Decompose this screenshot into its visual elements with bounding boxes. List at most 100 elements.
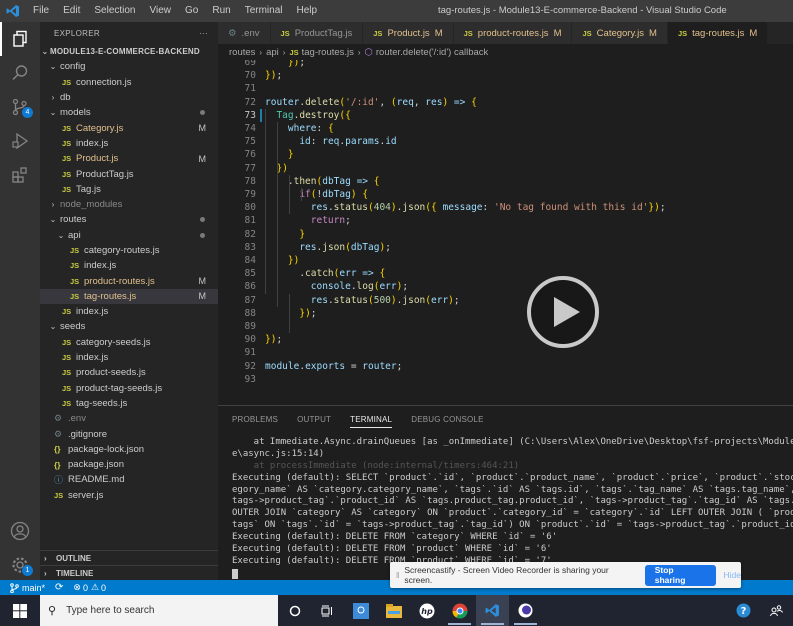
menu-selection[interactable]: Selection	[87, 0, 142, 22]
taskbar-search[interactable]: ⚲ Type here to search	[40, 595, 278, 626]
tree-folder-node-modules[interactable]: › node_modules	[40, 197, 218, 212]
manage-button[interactable]: 1	[0, 548, 40, 582]
tree-folder-models[interactable]: ⌄ models	[40, 105, 218, 120]
stop-sharing-button[interactable]: Stop sharing	[644, 564, 716, 586]
panel-tab-output[interactable]: OUTPUT	[297, 415, 331, 427]
task-view-button[interactable]	[311, 595, 344, 626]
js-file-icon: JS	[463, 28, 473, 38]
tree-file[interactable]: ⓘ README.md	[40, 472, 218, 487]
js-file-icon: JS	[62, 77, 72, 87]
tree-folder-api[interactable]: ⌄ api	[40, 228, 218, 243]
tree-folder-seeds[interactable]: ⌄ seeds	[40, 319, 218, 334]
breadcrumb-file[interactable]: tag-routes.js	[302, 47, 354, 58]
code-text: Tag.destroy({	[276, 109, 351, 121]
tree-file[interactable]: ⚙ .env	[40, 411, 218, 426]
breadcrumb-symbol[interactable]: router.delete('/:id') callback	[376, 47, 488, 58]
tree-file[interactable]: JS index.js	[40, 304, 218, 319]
breadcrumb-routes[interactable]: routes	[229, 47, 255, 58]
panel-tab-debug-console[interactable]: DEBUG CONSOLE	[411, 415, 483, 427]
menu-go[interactable]: Go	[178, 0, 205, 22]
cortana-button[interactable]	[278, 595, 311, 626]
accounts-button[interactable]	[0, 514, 40, 548]
tree-file[interactable]: JS Category.js M	[40, 120, 218, 135]
chevron-right-icon: ›	[259, 47, 263, 57]
explorer-button[interactable]	[0, 22, 40, 56]
drag-handle-icon[interactable]: ‖	[396, 571, 399, 580]
line-number: 88	[244, 307, 256, 319]
tree-item-label: index.js	[76, 137, 109, 149]
tree-file[interactable]: JS category-seeds.js	[40, 335, 218, 350]
taskbar-app-helper[interactable]	[344, 595, 377, 626]
menu-run[interactable]: Run	[205, 0, 237, 22]
panel-tab-terminal[interactable]: TERMINAL	[350, 415, 393, 428]
tree-file[interactable]: JS product-tag-seeds.js	[40, 381, 218, 396]
tree-file[interactable]: JS tag-seeds.js	[40, 396, 218, 411]
tab-product-js[interactable]: JS Product.js M	[363, 22, 454, 44]
chrome-button[interactable]	[443, 595, 476, 626]
tab-category-js[interactable]: JS Category.js M	[572, 22, 668, 44]
timeline-section[interactable]: › TIMELINE	[40, 565, 218, 580]
tree-folder-routes[interactable]: ⌄ routes	[40, 212, 218, 227]
tree-file[interactable]: ⚙ .gitignore	[40, 426, 218, 441]
video-play-button[interactable]	[527, 276, 599, 348]
tree-file[interactable]: JS category-routes.js	[40, 243, 218, 258]
tree-file[interactable]: JS product-seeds.js	[40, 365, 218, 380]
screencastify-taskbar-button[interactable]	[509, 595, 542, 626]
hide-button[interactable]: Hide	[724, 570, 741, 580]
tree-file[interactable]: JS index.js	[40, 350, 218, 365]
code-line: 89	[218, 320, 256, 333]
hp-app-button[interactable]: hp	[410, 595, 443, 626]
line-number: 75	[244, 136, 256, 148]
terminal-output[interactable]: at Immediate.Async.drainQueues [as _onIm…	[232, 437, 793, 579]
line-number: 70	[244, 70, 256, 82]
tree-file[interactable]: JS product-routes.js M	[40, 273, 218, 288]
tree-file[interactable]: JS Product.js M	[40, 151, 218, 166]
extensions-button[interactable]	[0, 158, 40, 192]
sync-button[interactable]: ⟳	[55, 582, 63, 593]
run-debug-button[interactable]	[0, 124, 40, 158]
menu-view[interactable]: View	[143, 0, 179, 22]
breadcrumb-api[interactable]: api	[266, 47, 279, 58]
menu-help[interactable]: Help	[290, 0, 325, 22]
people-button[interactable]	[760, 595, 793, 626]
code-editor[interactable]: 69 }); 70}); 71 72 router.delete('/:id', (re…	[218, 60, 793, 405]
hp-logo-icon: hp	[419, 603, 434, 618]
tree-folder-db[interactable]: › db	[40, 90, 218, 105]
start-button[interactable]	[0, 595, 40, 626]
menu-file[interactable]: File	[26, 0, 56, 22]
project-root[interactable]: ⌄ MODULE13-E-COMMERCE-BACKEND	[40, 44, 218, 59]
file-explorer-button[interactable]	[377, 595, 410, 626]
tab-producttag-js[interactable]: JS ProductTag.js	[270, 22, 364, 44]
tab--env[interactable]: ⚙ .env	[218, 22, 271, 44]
code-line: 77 })	[218, 162, 288, 175]
outline-section[interactable]: › OUTLINE	[40, 550, 218, 565]
source-control-button[interactable]: 4	[0, 90, 40, 124]
tree-file[interactable]: JS index.js	[40, 258, 218, 273]
panel-tab-problems[interactable]: PROBLEMS	[232, 415, 278, 427]
search-button[interactable]	[0, 56, 40, 90]
tree-folder-config[interactable]: ⌄ config	[40, 59, 218, 74]
vscode-taskbar-button[interactable]	[476, 595, 509, 626]
branch-icon	[10, 582, 19, 593]
menu-edit[interactable]: Edit	[56, 0, 87, 22]
tree-file[interactable]: JS server.js	[40, 488, 218, 503]
menu-terminal[interactable]: Terminal	[238, 0, 290, 22]
line-number: 73	[244, 109, 256, 121]
tab-tag-routes-js[interactable]: JS tag-routes.js M	[667, 22, 769, 44]
search-icon: ⚲	[48, 605, 57, 617]
tree-file[interactable]: JS index.js	[40, 136, 218, 151]
code-text: }	[287, 149, 294, 161]
tree-file[interactable]: JS connection.js	[40, 75, 218, 90]
tree-file[interactable]: JS Tag.js	[40, 182, 218, 197]
git-branch[interactable]: main*	[10, 583, 45, 593]
chevron-right-icon: ›	[282, 47, 286, 57]
problems-indicator[interactable]: ⊗ 0 ⚠ 0	[73, 582, 106, 593]
help-button[interactable]: ?	[727, 595, 760, 626]
tree-file[interactable]: {} package-lock.json	[40, 442, 218, 457]
config-file-icon: ⚙	[54, 413, 63, 424]
more-actions-button[interactable]: ···	[199, 29, 208, 38]
tree-file[interactable]: JS tag-routes.js M	[40, 288, 218, 305]
tree-file[interactable]: {} package.json	[40, 457, 218, 472]
tree-file[interactable]: JS ProductTag.js	[40, 166, 218, 181]
tab-product-routes-js[interactable]: JS product-routes.js M	[453, 22, 573, 44]
